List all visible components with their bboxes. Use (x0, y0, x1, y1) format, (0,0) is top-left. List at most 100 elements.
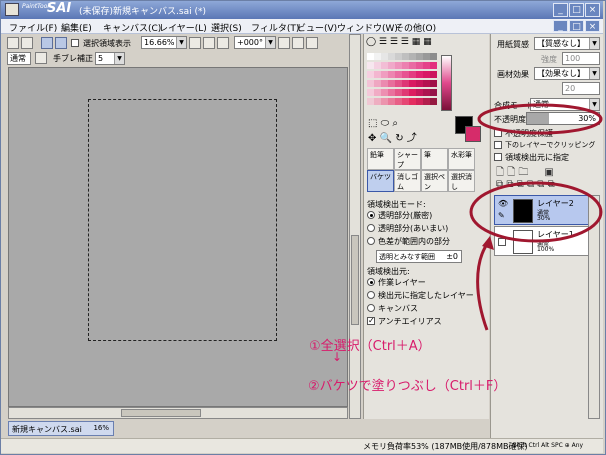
color-swatch[interactable] (388, 80, 395, 87)
color-swatch[interactable] (367, 80, 374, 87)
tool-eraser[interactable]: 消しゴム (394, 170, 421, 192)
color-swatch[interactable] (416, 89, 423, 96)
layer-list-scrollbar[interactable] (588, 195, 600, 419)
zoom-in-icon[interactable] (203, 37, 215, 49)
horizontal-scrollbar[interactable] (8, 407, 348, 419)
color-swatch[interactable] (367, 89, 374, 96)
color-swatch[interactable] (374, 53, 381, 60)
color-swatch[interactable] (402, 98, 409, 105)
layer-row-2[interactable]: 👁 ✎ レイヤー2 通常 30% (494, 195, 600, 225)
deselect-icon[interactable] (41, 37, 53, 49)
color-swatch[interactable] (402, 71, 409, 78)
stabilizer-select[interactable]: 5 ▼ (95, 52, 125, 65)
effect-select[interactable]: 【効果なし】 ▼ (534, 67, 600, 80)
source-working-radio[interactable] (367, 278, 375, 286)
color-swatch[interactable] (416, 71, 423, 78)
color-swatch[interactable] (367, 98, 374, 105)
close-button[interactable]: × (585, 3, 600, 17)
selection-tools[interactable]: ⬚ ⬭ ⌕ ✥ 🔍 ↻ ⤴ (368, 118, 448, 144)
strength-field[interactable]: 100 (562, 52, 600, 65)
color-swatch[interactable] (374, 98, 381, 105)
tool-sharp[interactable]: シャープ (394, 148, 421, 170)
color-swatch[interactable] (367, 71, 374, 78)
menu-other[interactable]: その他(O) (395, 21, 436, 34)
color-swatch[interactable] (395, 62, 402, 69)
tool-select-pen[interactable]: 選択ペン (421, 170, 448, 192)
rotate-right-icon[interactable] (292, 37, 304, 49)
doc-close-button[interactable]: × (585, 20, 600, 32)
tool-bucket[interactable]: バケツ (367, 170, 394, 192)
color-swatch[interactable] (430, 71, 437, 78)
color-swatch[interactable] (416, 53, 423, 60)
zoom-dropdown-icon[interactable]: ▼ (176, 37, 186, 48)
zoom-out-icon[interactable] (189, 37, 201, 49)
layer-blend-dropdown-icon[interactable]: ▼ (589, 99, 599, 110)
menu-filter[interactable]: フィルタ(T) (251, 21, 299, 34)
color-swatch[interactable] (395, 80, 402, 87)
menu-edit[interactable]: 編集(E) (61, 21, 92, 34)
mode-fuzzy-radio[interactable] (367, 224, 375, 232)
layer-actions-row2[interactable]: ⧉ ⧉ ⧉ ⧉ ⧉ ⧉ (496, 179, 596, 191)
zoom-reset-icon[interactable] (217, 37, 229, 49)
tool-watercolor[interactable]: 水彩筆 (448, 148, 475, 170)
doc-minimize-button[interactable]: _ (553, 20, 568, 32)
color-swatch[interactable] (395, 89, 402, 96)
show-selection-checkbox[interactable] (71, 39, 79, 47)
antialias-checkbox[interactable]: ✓ (367, 317, 375, 325)
color-swatch[interactable] (388, 62, 395, 69)
color-swatch[interactable] (416, 80, 423, 87)
effect-dropdown-icon[interactable]: ▼ (589, 68, 599, 79)
menu-view[interactable]: ビュー(V) (297, 21, 337, 34)
color-swatch[interactable] (416, 98, 423, 105)
color-swatch[interactable] (367, 62, 374, 69)
clipping-checkbox[interactable] (494, 141, 502, 149)
source-canvas-radio[interactable] (367, 304, 375, 312)
layer-visibility-checkbox[interactable] (498, 238, 506, 246)
canvas-tab[interactable]: 新規キャンバス.sai 16% (8, 421, 114, 436)
color-swatch[interactable] (423, 71, 430, 78)
color-swatch[interactable] (402, 62, 409, 69)
color-swatch[interactable] (430, 53, 437, 60)
color-swatch[interactable] (381, 62, 388, 69)
layer-actions-row1[interactable]: 🗋 🗋 🗀 ▣ (496, 165, 596, 178)
color-swatch[interactable] (381, 53, 388, 60)
protect-opacity-checkbox[interactable] (494, 129, 502, 137)
undo-icon[interactable] (7, 37, 19, 49)
color-swatch[interactable] (409, 62, 416, 69)
color-swatch[interactable] (388, 71, 395, 78)
color-swatch[interactable] (409, 80, 416, 87)
hue-bar[interactable] (441, 55, 452, 111)
redo-icon[interactable] (21, 37, 33, 49)
visibility-eye-icon[interactable]: 👁 (498, 199, 508, 208)
color-swatch[interactable] (423, 53, 430, 60)
mode-strict-radio[interactable] (367, 211, 375, 219)
color-swatch[interactable] (409, 98, 416, 105)
color-swatch[interactable] (402, 53, 409, 60)
maximize-button[interactable]: □ (569, 3, 584, 17)
rotate-left-icon[interactable] (278, 37, 290, 49)
swatch-grid[interactable] (367, 53, 439, 109)
color-swatch[interactable] (395, 71, 402, 78)
color-swatch[interactable] (367, 53, 374, 60)
color-swatch[interactable] (430, 80, 437, 87)
menu-select[interactable]: 選択(S) (211, 21, 242, 34)
tool-select-eraser[interactable]: 選択消し (448, 170, 475, 192)
vertical-scrollbar[interactable] (349, 34, 361, 419)
detect-source-checkbox[interactable] (494, 153, 502, 161)
blend-mode-select[interactable]: 通常 (7, 52, 31, 65)
color-swatch[interactable] (409, 71, 416, 78)
background-color-swatch[interactable] (465, 126, 481, 142)
color-swatch[interactable] (388, 53, 395, 60)
menu-layer[interactable]: レイヤー(L) (159, 21, 207, 34)
rotation-dropdown-icon[interactable]: ▼ (265, 37, 275, 48)
color-swatch[interactable] (416, 62, 423, 69)
opacity-slider[interactable]: 30% (526, 112, 600, 125)
color-swatch[interactable] (381, 98, 388, 105)
color-swatch[interactable] (430, 62, 437, 69)
color-swatch[interactable] (430, 89, 437, 96)
color-swatch[interactable] (381, 89, 388, 96)
color-swatch[interactable] (402, 89, 409, 96)
color-swatch[interactable] (381, 80, 388, 87)
v-scroll-thumb[interactable] (351, 235, 359, 325)
stabilizer-icon[interactable] (35, 52, 47, 64)
